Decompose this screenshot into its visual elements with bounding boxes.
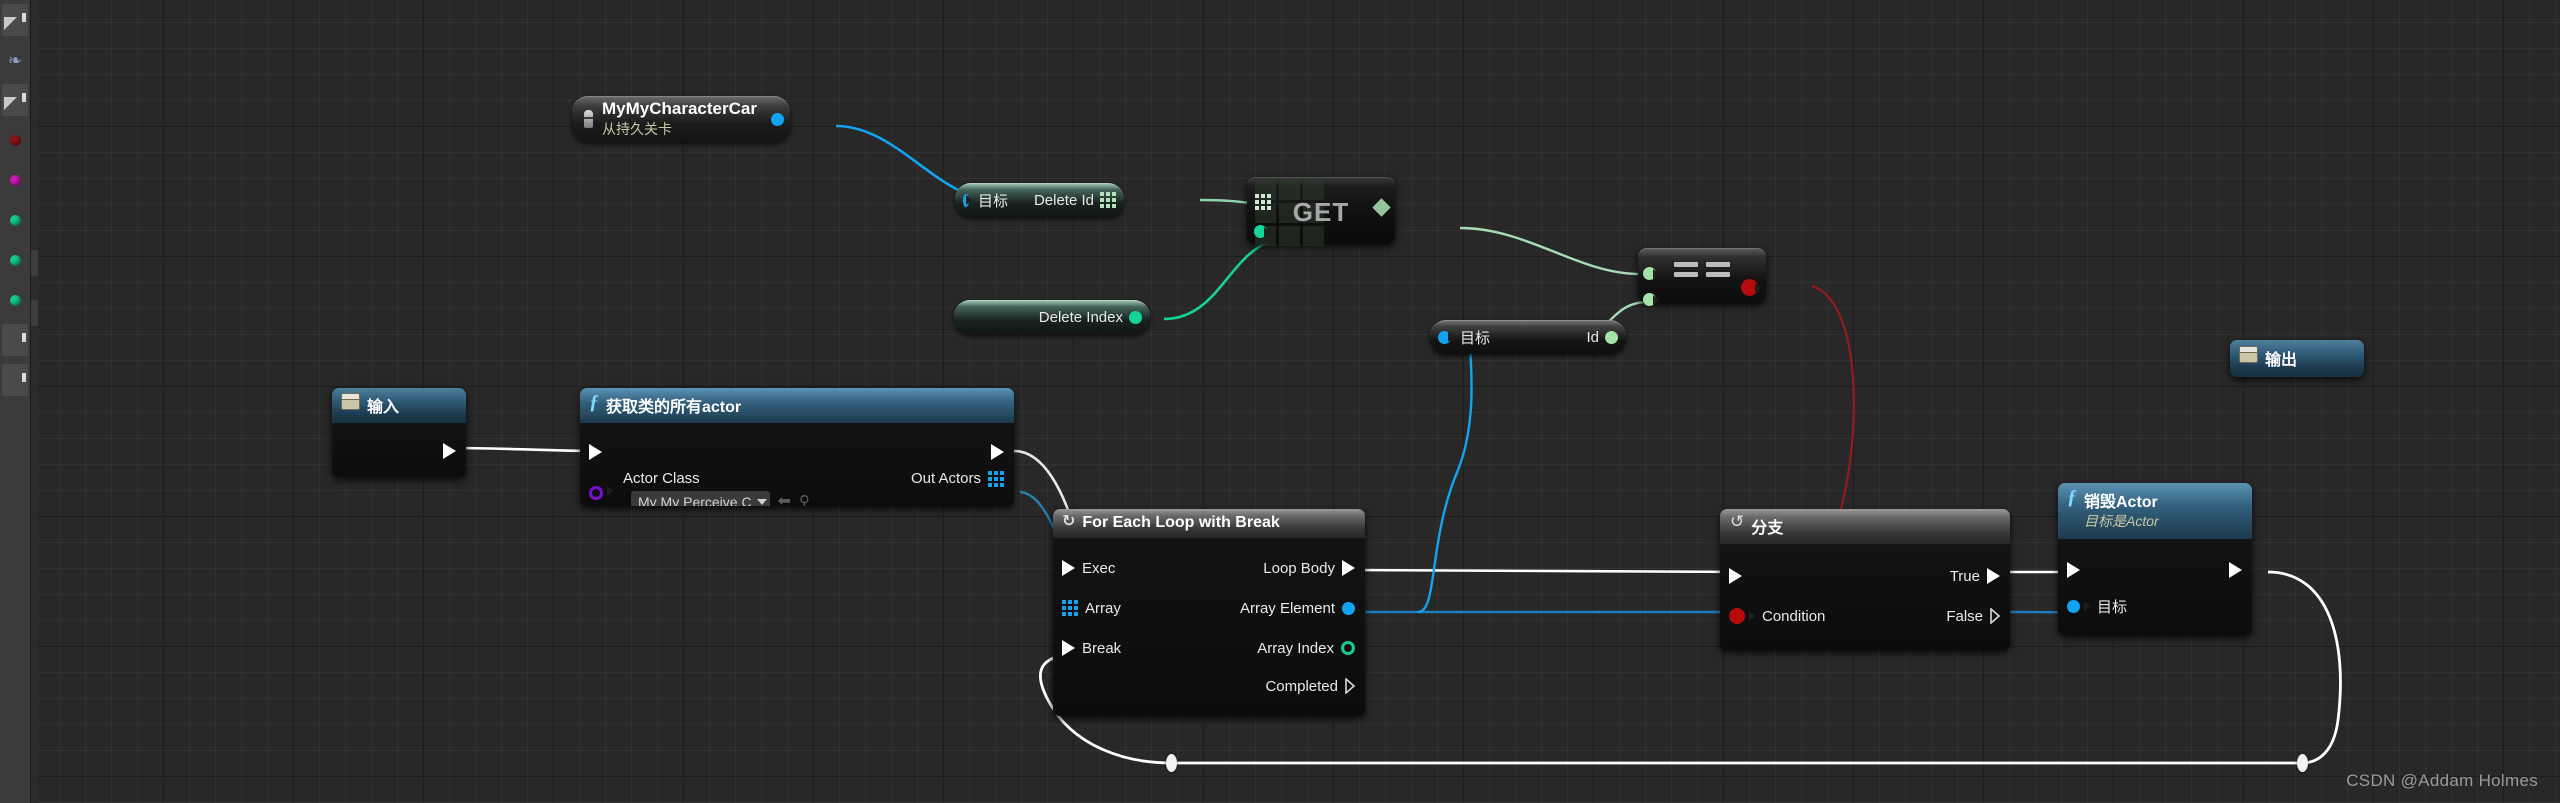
resize-handle-top[interactable] [0, 0, 30, 40]
node-title: 输入 [367, 399, 400, 416]
target-label: 目标 [977, 192, 1008, 210]
pin-label-condition: Condition [1762, 607, 1826, 625]
left-tool-strip: ❧ [0, 0, 31, 803]
node-title: For Each Loop with Break [1082, 514, 1280, 531]
variable-icon [2239, 346, 2258, 363]
output-pin-loop-body[interactable] [1342, 560, 1355, 576]
node-header: ↻ For Each Loop with Break [1053, 509, 1365, 538]
delete-id-label: Delete Id [1033, 191, 1094, 209]
function-icon: ƒ [2067, 486, 2077, 508]
reroute-knot-right[interactable] [2297, 754, 2308, 772]
pin-label-target: 目标 [2097, 598, 2128, 616]
output-pin-true[interactable] [1987, 568, 2000, 584]
node-get-all-actors-of-class[interactable]: ƒ 获取类的所有actor Actor Class My My Perceive… [580, 388, 1014, 506]
output-pin-int[interactable] [1129, 310, 1142, 324]
node-delete-index[interactable]: Delete Index [954, 300, 1150, 334]
input-pin-exec[interactable] [2067, 562, 2080, 578]
output-pin-array-index[interactable] [1341, 641, 1355, 655]
input-pin-exec[interactable] [1062, 560, 1075, 576]
actor-class-label: Actor Class [623, 470, 700, 487]
pin-label-break: Break [1082, 639, 1122, 657]
out-actors-label: Out Actors [910, 470, 981, 487]
variable-icon [341, 393, 360, 410]
node-for-each-loop-with-break[interactable]: ↻ For Each Loop with Break Exec Loop Bod… [1053, 509, 1365, 716]
browse-asset-icon[interactable]: ⚲ [799, 494, 810, 507]
node-header: 输出 [2230, 340, 2364, 377]
node-title: 输出 [2265, 352, 2298, 369]
chevron-down-icon [756, 498, 767, 505]
reroute-knot-left[interactable] [1166, 754, 1177, 772]
input-pin-target[interactable] [2067, 599, 2080, 613]
input-pin-array[interactable] [1255, 194, 1271, 210]
node-branch[interactable]: ↺ 分支 True Condition False [1720, 509, 2010, 650]
resize-handle[interactable] [0, 80, 30, 120]
output-pin-array[interactable] [1100, 192, 1116, 208]
node-get[interactable]: GET [1247, 177, 1395, 246]
pin-label-array-element: Array Element [1239, 599, 1335, 617]
input-pin-break[interactable] [1062, 640, 1075, 656]
palette-dot-green-2[interactable] [0, 240, 30, 280]
input-pin-actor-class[interactable] [589, 486, 603, 500]
output-pin-exec[interactable] [2229, 562, 2242, 578]
palette-dot-red[interactable] [0, 120, 30, 160]
actor-class-dropdown[interactable]: My My Perceive C [631, 491, 770, 506]
output-pin-array-element[interactable] [1342, 601, 1355, 615]
pin-label-exec: Exec [1082, 559, 1116, 577]
palette-dot-green-1[interactable] [0, 200, 30, 240]
blueprint-graph-screen: ❧ MyMyCharacterCar 从持久关卡 目标 Delete Id De… [0, 0, 2560, 803]
output-pin-string[interactable] [1605, 330, 1618, 344]
palette-dot-magenta[interactable] [0, 160, 30, 200]
person-icon [584, 110, 593, 128]
output-pin-out-actors-array[interactable] [988, 470, 1004, 487]
node-delete-id[interactable]: 目标 Delete Id [955, 183, 1124, 217]
pin-label-false: False [1946, 607, 1983, 625]
puzzle-plugin-icon[interactable]: ❧ [0, 40, 30, 80]
node-header: ƒ 销毁Actor 目标是Actor [2058, 483, 2252, 539]
output-pin-exec[interactable] [991, 444, 1004, 460]
palette-slot-2[interactable] [0, 360, 30, 400]
graph-scroll-rail[interactable] [30, 0, 38, 803]
id-label: Id [1586, 328, 1599, 346]
pin-label-completed: Completed [1265, 677, 1338, 695]
node-input[interactable]: 输入 [332, 388, 466, 477]
node-mymycharactercar[interactable]: MyMyCharacterCar 从持久关卡 [572, 96, 790, 142]
pin-label-true: True [1949, 567, 1980, 585]
input-pin-exec[interactable] [1729, 568, 1742, 584]
node-header: 输入 [332, 388, 466, 423]
node-title: 分支 [1751, 520, 1784, 537]
node-destroy-actor[interactable]: ƒ 销毁Actor 目标是Actor 目标 [2058, 483, 2252, 635]
use-selected-asset-icon[interactable]: ⬅ [778, 493, 791, 506]
palette-dot-green-3[interactable] [0, 280, 30, 320]
watermark: CSDN @Addam Holmes [2346, 771, 2538, 790]
node-target-id[interactable]: 目标 Id [1430, 320, 1626, 354]
output-pin-completed[interactable] [1345, 678, 1356, 694]
delete-index-label: Delete Index [1038, 308, 1123, 326]
node-title: MyMyCharacterCar [602, 99, 757, 118]
input-pin-array[interactable] [1062, 600, 1078, 616]
loop-icon: ↻ [1062, 513, 1076, 530]
input-pin-exec[interactable] [589, 444, 602, 460]
node-title: 销毁Actor [2084, 494, 2158, 511]
output-pin-exec[interactable] [443, 443, 456, 459]
function-icon: ƒ [589, 391, 599, 413]
branch-icon: ↺ [1730, 512, 1745, 531]
pin-label-array-index: Array Index [1257, 639, 1334, 657]
output-pin-object[interactable] [770, 112, 784, 126]
actor-class-value: My My Perceive C [638, 493, 752, 507]
pin-label-array: Array [1085, 599, 1121, 617]
node-subtitle: 从持久关卡 [602, 121, 672, 137]
target-label: 目标 [1460, 329, 1491, 347]
palette-slot-1[interactable] [0, 320, 30, 360]
output-pin-false[interactable] [1990, 608, 2001, 624]
node-subtitle: 目标是Actor [2084, 513, 2159, 529]
node-title: 获取类的所有actor [606, 399, 742, 416]
input-pin-condition[interactable] [1729, 608, 1745, 624]
node-output[interactable]: 输出 [2230, 340, 2364, 377]
node-header: ƒ 获取类的所有actor [580, 388, 1014, 423]
graph-canvas[interactable]: MyMyCharacterCar 从持久关卡 目标 Delete Id Dele… [38, 0, 2560, 803]
pin-label-loop-body: Loop Body [1263, 559, 1335, 577]
node-equals[interactable] [1638, 248, 1766, 306]
node-header: ↺ 分支 [1720, 509, 2010, 544]
